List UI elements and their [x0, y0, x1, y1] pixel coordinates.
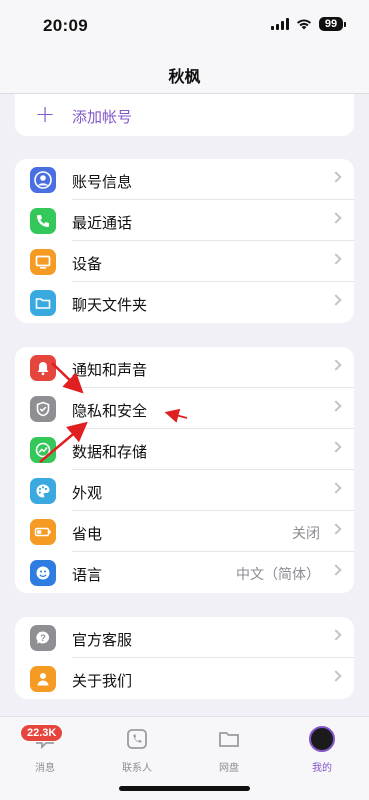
add-account-card: + 添加帐号: [15, 94, 354, 136]
globe-icon: [30, 560, 56, 586]
status-time: 20:09: [43, 16, 88, 35]
desktop-icon: [30, 249, 56, 275]
chevron-right-icon: [330, 523, 342, 535]
tab-cloud-drive[interactable]: 网盘: [199, 727, 259, 774]
battery-icon: [30, 519, 56, 545]
info-icon: [30, 666, 56, 692]
folder-icon: [30, 290, 56, 316]
contacts-icon: [107, 727, 167, 751]
preferences-group: 通知和声音 隐私和安全 数据和存储 外观 省电 关闭 语言 中文（简体）: [15, 347, 354, 593]
settings-item-language[interactable]: 语言 中文（简体）: [15, 552, 354, 593]
settings-item-label: 语言: [72, 566, 103, 584]
settings-item-devices[interactable]: 设备: [15, 241, 354, 282]
settings-item-notifications[interactable]: 通知和声音: [15, 347, 354, 388]
chevron-right-icon: [330, 171, 342, 183]
tab-contacts[interactable]: 联系人: [107, 727, 167, 774]
phone-icon: [30, 208, 56, 234]
chevron-right-icon: [330, 482, 342, 494]
chevron-right-icon: [330, 294, 342, 306]
question-icon: ?: [30, 625, 56, 651]
settings-item-power-saving[interactable]: 省电 关闭: [15, 511, 354, 552]
settings-item-label: 数据和存储: [72, 443, 148, 461]
chevron-right-icon: [330, 212, 342, 224]
settings-item-label: 通知和声音: [72, 361, 148, 379]
support-group: ? 官方客服 关于我们: [15, 617, 354, 699]
settings-item-label: 关于我们: [72, 672, 133, 690]
settings-item-label: 账号信息: [72, 173, 133, 191]
tab-label: 网盘: [219, 763, 239, 774]
chevron-right-icon: [330, 564, 342, 576]
bell-icon: [30, 355, 56, 381]
shield-icon: [30, 396, 56, 422]
settings-item-customer-service[interactable]: ? 官方客服: [15, 617, 354, 658]
settings-item-label: 最近通话: [72, 214, 133, 232]
language-value: 中文（简体）: [236, 567, 320, 583]
tab-label: 我的: [312, 763, 332, 774]
navigation-bar: 秋枫: [0, 52, 369, 94]
add-account-label: 添加帐号: [72, 108, 133, 126]
palette-icon: [30, 478, 56, 504]
battery-icon: 99: [319, 17, 346, 31]
signal-icon: [271, 18, 289, 30]
settings-item-privacy[interactable]: 隐私和安全: [15, 388, 354, 429]
settings-item-label: 省电: [72, 525, 103, 543]
settings-item-label: 聊天文件夹: [72, 296, 148, 314]
settings-item-account-info[interactable]: 账号信息: [15, 159, 354, 200]
settings-item-label: 设备: [72, 255, 103, 273]
settings-item-label: 官方客服: [72, 631, 133, 649]
chevron-right-icon: [330, 253, 342, 265]
user-icon: [30, 167, 56, 193]
page-title: 秋枫: [168, 67, 201, 86]
chart-icon: [30, 437, 56, 463]
avatar: [309, 726, 335, 752]
power-saving-value: 关闭: [292, 526, 320, 542]
account-settings-group: 账号信息 最近通话 设备 聊天文件夹: [15, 159, 354, 323]
svg-text:?: ?: [40, 633, 46, 643]
home-indicator: [119, 786, 250, 791]
settings-item-label: 外观: [72, 484, 103, 502]
settings-item-about[interactable]: 关于我们: [15, 658, 354, 699]
tab-label: 消息: [35, 763, 55, 774]
status-bar: 20:09 99: [0, 0, 369, 52]
wifi-icon: [297, 19, 311, 30]
settings-item-label: 隐私和安全: [72, 402, 148, 420]
folder-icon: [199, 727, 259, 751]
add-account-button[interactable]: + 添加帐号: [15, 94, 354, 135]
settings-item-recent-calls[interactable]: 最近通话: [15, 200, 354, 241]
settings-item-appearance[interactable]: 外观: [15, 470, 354, 511]
plus-icon: +: [35, 100, 56, 128]
settings-item-data-storage[interactable]: 数据和存储: [15, 429, 354, 470]
settings-item-chat-folders[interactable]: 聊天文件夹: [15, 282, 354, 323]
status-icons: 99: [271, 17, 346, 31]
tab-me[interactable]: 我的: [292, 726, 352, 774]
chevron-right-icon: [330, 400, 342, 412]
tab-label: 联系人: [122, 763, 152, 774]
avatar-icon: [292, 726, 352, 752]
unread-badge: 22.3K: [20, 724, 64, 742]
chevron-right-icon: [330, 670, 342, 682]
chevron-right-icon: [330, 441, 342, 453]
chevron-right-icon: [330, 359, 342, 371]
chevron-right-icon: [330, 629, 342, 641]
